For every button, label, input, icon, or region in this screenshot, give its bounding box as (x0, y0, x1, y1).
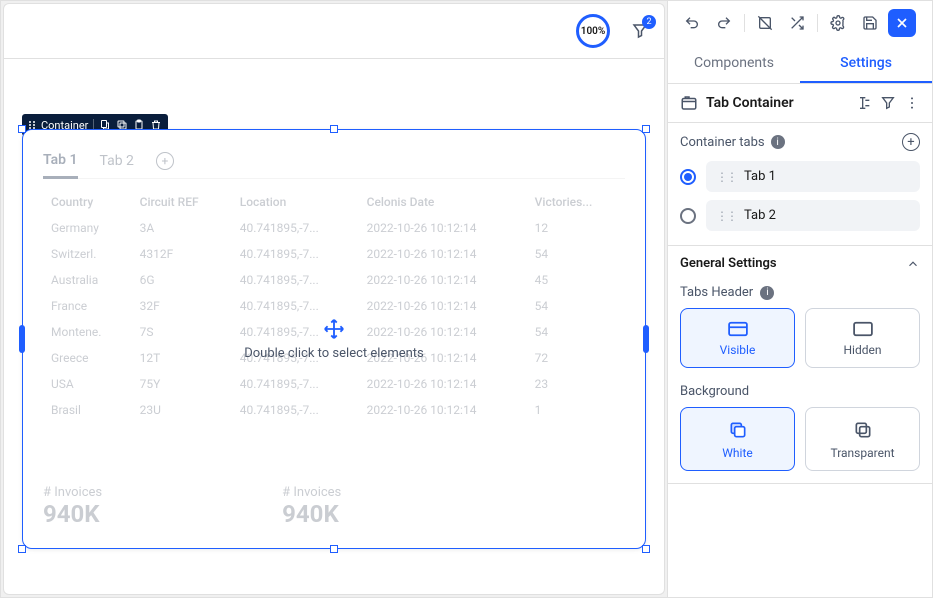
panel-tabs: Components Settings (668, 45, 932, 84)
filter-icon[interactable] (880, 95, 896, 111)
tab-container-icon (680, 94, 698, 112)
save-icon (862, 15, 878, 31)
settings-gear-button[interactable] (824, 9, 852, 37)
background-options: White Transparent (668, 407, 932, 483)
tab-components[interactable]: Components (668, 45, 800, 83)
component-title-row: Tab Container (668, 84, 932, 123)
redo-button[interactable] (710, 9, 738, 37)
drag-handle-icon[interactable]: ⋮⋮ (716, 170, 736, 184)
table-header[interactable]: Location (232, 189, 359, 215)
table-row: Australia6G40.741895,-7...2022-10-26 10:… (43, 267, 625, 293)
deselect-button[interactable] (751, 9, 779, 37)
more-icon[interactable] (904, 95, 920, 111)
container-tab-row: ⋮⋮ Tab 2 (680, 200, 920, 231)
canvas-topbar: 100% 2 (3, 3, 665, 59)
gear-icon (830, 15, 846, 31)
table-row: Switzerl.4312F40.741895,-7...2022-10-26 … (43, 241, 625, 267)
redo-icon (716, 15, 732, 31)
option-visible[interactable]: Visible (680, 308, 795, 368)
selected-container[interactable]: Double click to select elements Tab 1 Ta… (22, 129, 646, 549)
container-tabs-section: Container tabs i + ⋮⋮ Tab 1 ⋮⋮ Tab 2 (668, 123, 932, 245)
tab-chip-2[interactable]: ⋮⋮ Tab 2 (706, 200, 920, 231)
header-visible-icon (727, 321, 749, 337)
table-row: Montene.7S40.741895,-7...2022-10-26 10:1… (43, 319, 625, 345)
undo-button[interactable] (678, 9, 706, 37)
canvas-body[interactable]: Container Double click to select element… (3, 59, 665, 595)
filter-button[interactable]: 2 (628, 19, 652, 43)
tab-settings[interactable]: Settings (800, 45, 932, 83)
rename-icon[interactable] (856, 95, 872, 111)
add-container-tab-button[interactable]: + (902, 133, 920, 151)
info-icon[interactable]: i (760, 286, 774, 300)
table-row: Brasil23U40.741895,-7...2022-10-26 10:12… (43, 397, 625, 423)
drag-handle-icon[interactable]: ⋮⋮ (716, 209, 736, 223)
info-icon[interactable]: i (771, 135, 785, 149)
add-tab-button[interactable]: + (156, 152, 174, 170)
container-tab-row: ⋮⋮ Tab 1 (680, 161, 920, 192)
option-transparent[interactable]: Transparent (805, 407, 920, 471)
table-header[interactable]: Circuit REF (132, 189, 232, 215)
save-button[interactable] (856, 9, 884, 37)
table-header[interactable]: Victories... (527, 189, 625, 215)
header-hidden-icon (852, 321, 874, 337)
tab-radio-2[interactable] (680, 208, 696, 224)
table-header[interactable]: Celonis Date (359, 189, 527, 215)
undo-icon (684, 15, 700, 31)
canvas-area: 100% 2 Container (1, 1, 668, 597)
tab-2[interactable]: Tab 2 (100, 145, 134, 177)
table-header[interactable]: Country (43, 189, 132, 215)
zoom-badge[interactable]: 100% (576, 14, 610, 48)
filter-count-badge: 2 (642, 15, 656, 29)
option-hidden[interactable]: Hidden (805, 308, 920, 368)
general-settings-toggle[interactable]: General Settings (668, 246, 932, 281)
option-white[interactable]: White (680, 407, 795, 471)
tab-1[interactable]: Tab 1 (43, 144, 78, 179)
panel-toolbar (668, 1, 932, 45)
table-row: France32F40.741895,-7...2022-10-26 10:12… (43, 293, 625, 319)
chevron-up-icon (906, 257, 920, 271)
bg-white-icon (728, 420, 748, 440)
kpi-card: # Invoices 940K (43, 485, 102, 528)
shuffle-icon (789, 15, 805, 31)
tab-chip-1[interactable]: ⋮⋮ Tab 1 (706, 161, 920, 192)
tabs-header-options: Visible Hidden (668, 308, 932, 380)
tab-radio-1[interactable] (680, 169, 696, 185)
data-table: CountryCircuit REFLocationCelonis DateVi… (43, 189, 625, 423)
kpi-card: # Invoices 940K (282, 485, 341, 528)
close-icon (894, 15, 910, 31)
general-settings-section: General Settings Tabs Header i Visible H… (668, 245, 932, 484)
shuffle-button[interactable] (783, 9, 811, 37)
bg-transparent-icon (853, 420, 873, 440)
table-row: Greece12T40.741895,-7...2022-10-26 10:12… (43, 345, 625, 371)
table-row: USA75Y40.741895,-7...2022-10-26 10:12:14… (43, 371, 625, 397)
table-row: Germany3A40.741895,-7...2022-10-26 10:12… (43, 215, 625, 241)
container-content: Tab 1 Tab 2 + CountryCircuit REFLocation… (23, 130, 645, 548)
settings-panel: Components Settings Tab Container Contai… (668, 1, 932, 597)
close-button[interactable] (888, 9, 916, 37)
deselect-icon (757, 15, 773, 31)
